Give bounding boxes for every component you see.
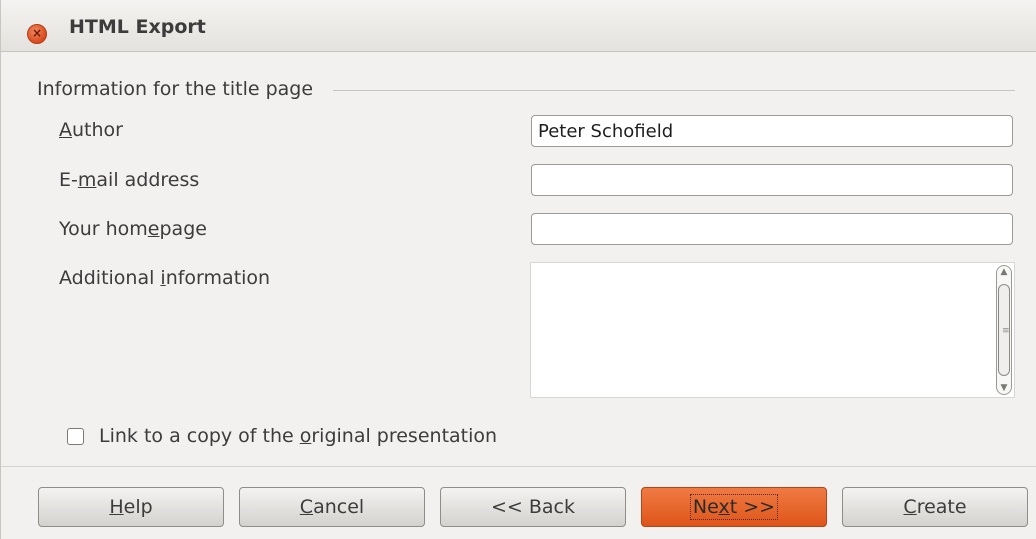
title-bar: × HTML Export bbox=[1, 0, 1036, 52]
grip-icon: ≡ bbox=[1002, 326, 1010, 336]
html-export-dialog: × HTML Export Information for the title … bbox=[0, 0, 1036, 539]
link-original-checkbox[interactable] bbox=[67, 428, 84, 445]
email-input[interactable] bbox=[531, 164, 1013, 196]
homepage-input[interactable] bbox=[531, 213, 1013, 245]
help-button[interactable]: Help bbox=[38, 487, 224, 527]
link-original-label[interactable]: Link to a copy of the original presentat… bbox=[99, 425, 497, 447]
section-title: Information for the title page bbox=[37, 78, 314, 100]
scroll-down-arrow-icon[interactable]: ▼ bbox=[997, 383, 1011, 393]
email-label: E-mail address bbox=[59, 169, 200, 191]
close-icon[interactable]: × bbox=[27, 24, 47, 44]
section-divider bbox=[333, 90, 1015, 91]
scroll-up-arrow-icon[interactable]: ▲ bbox=[997, 267, 1011, 277]
author-input[interactable] bbox=[531, 115, 1013, 147]
back-button[interactable]: << Back bbox=[440, 487, 626, 527]
cancel-button[interactable]: Cancel bbox=[239, 487, 425, 527]
additional-info-label: Additional information bbox=[59, 267, 271, 289]
homepage-label: Your homepage bbox=[59, 218, 207, 240]
create-button[interactable]: Create bbox=[842, 487, 1028, 527]
additional-info-textarea[interactable]: ▲ ≡ ▼ bbox=[530, 262, 1015, 398]
next-button[interactable]: Next >> bbox=[641, 487, 827, 527]
window-title: HTML Export bbox=[69, 16, 206, 38]
vertical-scrollbar[interactable]: ▲ ≡ ▼ bbox=[996, 265, 1012, 395]
author-label: Author bbox=[59, 119, 123, 141]
scrollbar-thumb[interactable]: ≡ bbox=[998, 284, 1010, 376]
button-bar-divider bbox=[1, 466, 1036, 467]
